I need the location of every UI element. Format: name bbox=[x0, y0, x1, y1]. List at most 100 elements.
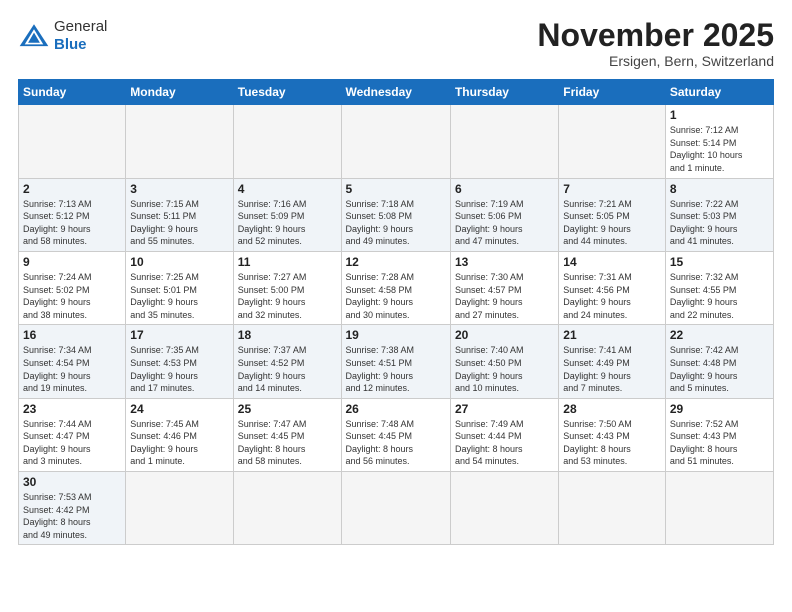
day-info: Sunrise: 7:42 AM Sunset: 4:48 PM Dayligh… bbox=[670, 344, 769, 394]
calendar-cell bbox=[126, 105, 233, 178]
calendar-cell bbox=[665, 472, 773, 545]
calendar-cell: 16Sunrise: 7:34 AM Sunset: 4:54 PM Dayli… bbox=[19, 325, 126, 398]
day-number: 18 bbox=[238, 328, 337, 342]
day-number: 30 bbox=[23, 475, 121, 489]
calendar-cell: 17 Sunrise: 7:35 AM Sunset: 4:53 PM Dayli… bbox=[126, 325, 233, 398]
calendar-cell: 2Sunrise: 7:13 AM Sunset: 5:12 PM Daylig… bbox=[19, 178, 126, 251]
weekday-header-row: Sunday Monday Tuesday Wednesday Thursday… bbox=[19, 80, 774, 105]
calendar-week-row: 23 Sunrise: 7:44 AM Sunset: 4:47 PM Dayli… bbox=[19, 398, 774, 471]
calendar-cell bbox=[341, 105, 450, 178]
day-info: Sunrise: 7:12 AM Sunset: 5:14 PM Dayligh… bbox=[670, 124, 769, 174]
header-saturday: Saturday bbox=[665, 80, 773, 105]
calendar-cell: 4Sunrise: 7:16 AM Sunset: 5:09 PM Daylig… bbox=[233, 178, 341, 251]
title-block: November 2025 Ersigen, Bern, Switzerland bbox=[537, 18, 774, 69]
calendar-cell bbox=[126, 472, 233, 545]
day-info: Sunrise: 7:31 AM Sunset: 4:56 PM Dayligh… bbox=[563, 271, 661, 321]
day-number: 26 bbox=[346, 402, 446, 416]
calendar-cell bbox=[450, 472, 558, 545]
day-number: 27 bbox=[455, 402, 554, 416]
calendar-cell: 24 Sunrise: 7:45 AM Sunset: 4:46 PM Dayli… bbox=[126, 398, 233, 471]
calendar-cell bbox=[233, 105, 341, 178]
month-title: November 2025 bbox=[537, 18, 774, 53]
calendar-cell bbox=[450, 105, 558, 178]
header-tuesday: Tuesday bbox=[233, 80, 341, 105]
day-number: 3 bbox=[130, 182, 228, 196]
day-info: Sunrise: 7:44 AM Sunset: 4:47 PM Dayligh… bbox=[23, 418, 121, 468]
day-number: 6 bbox=[455, 182, 554, 196]
day-number: 13 bbox=[455, 255, 554, 269]
calendar-cell: 20 Sunrise: 7:40 AM Sunset: 4:50 PM Dayli… bbox=[450, 325, 558, 398]
header-thursday: Thursday bbox=[450, 80, 558, 105]
day-info: Sunrise: 7:22 AM Sunset: 5:03 PM Dayligh… bbox=[670, 198, 769, 248]
logo-blue: Blue bbox=[54, 36, 87, 53]
day-number: 21 bbox=[563, 328, 661, 342]
day-info: Sunrise: 7:32 AM Sunset: 4:55 PM Dayligh… bbox=[670, 271, 769, 321]
day-info: Sunrise: 7:53 AM Sunset: 4:42 PM Dayligh… bbox=[23, 491, 121, 541]
calendar-cell: 15 Sunrise: 7:32 AM Sunset: 4:55 PM Dayli… bbox=[665, 251, 773, 324]
day-info: Sunrise: 7:28 AM Sunset: 4:58 PM Dayligh… bbox=[346, 271, 446, 321]
header-wednesday: Wednesday bbox=[341, 80, 450, 105]
calendar-week-row: 30 Sunrise: 7:53 AM Sunset: 4:42 PM Dayli… bbox=[19, 472, 774, 545]
day-number: 7 bbox=[563, 182, 661, 196]
calendar-cell bbox=[559, 472, 666, 545]
day-info: Sunrise: 7:24 AM Sunset: 5:02 PM Dayligh… bbox=[23, 271, 121, 321]
calendar-cell: 22 Sunrise: 7:42 AM Sunset: 4:48 PM Dayli… bbox=[665, 325, 773, 398]
calendar-cell bbox=[559, 105, 666, 178]
calendar-cell: 11 Sunrise: 7:27 AM Sunset: 5:00 PM Dayli… bbox=[233, 251, 341, 324]
calendar-cell: 18 Sunrise: 7:37 AM Sunset: 4:52 PM Dayli… bbox=[233, 325, 341, 398]
day-number: 14 bbox=[563, 255, 661, 269]
day-info: Sunrise: 7:18 AM Sunset: 5:08 PM Dayligh… bbox=[346, 198, 446, 248]
calendar-cell: 3Sunrise: 7:15 AM Sunset: 5:11 PM Daylig… bbox=[126, 178, 233, 251]
calendar-cell: 30 Sunrise: 7:53 AM Sunset: 4:42 PM Dayli… bbox=[19, 472, 126, 545]
day-info: Sunrise: 7:48 AM Sunset: 4:45 PM Dayligh… bbox=[346, 418, 446, 468]
day-number: 28 bbox=[563, 402, 661, 416]
day-info: Sunrise: 7:16 AM Sunset: 5:09 PM Dayligh… bbox=[238, 198, 337, 248]
calendar-week-row: 16Sunrise: 7:34 AM Sunset: 4:54 PM Dayli… bbox=[19, 325, 774, 398]
day-number: 10 bbox=[130, 255, 228, 269]
day-info: Sunrise: 7:35 AM Sunset: 4:53 PM Dayligh… bbox=[130, 344, 228, 394]
day-info: Sunrise: 7:27 AM Sunset: 5:00 PM Dayligh… bbox=[238, 271, 337, 321]
day-info: Sunrise: 7:19 AM Sunset: 5:06 PM Dayligh… bbox=[455, 198, 554, 248]
day-number: 22 bbox=[670, 328, 769, 342]
day-number: 19 bbox=[346, 328, 446, 342]
day-info: Sunrise: 7:47 AM Sunset: 4:45 PM Dayligh… bbox=[238, 418, 337, 468]
day-info: Sunrise: 7:40 AM Sunset: 4:50 PM Dayligh… bbox=[455, 344, 554, 394]
calendar-cell: 25 Sunrise: 7:47 AM Sunset: 4:45 PM Dayli… bbox=[233, 398, 341, 471]
day-number: 17 bbox=[130, 328, 228, 342]
day-info: Sunrise: 7:41 AM Sunset: 4:49 PM Dayligh… bbox=[563, 344, 661, 394]
calendar-cell: 8Sunrise: 7:22 AM Sunset: 5:03 PM Daylig… bbox=[665, 178, 773, 251]
day-number: 24 bbox=[130, 402, 228, 416]
page: General Blue November 2025 Ersigen, Bern… bbox=[0, 0, 792, 612]
day-info: Sunrise: 7:21 AM Sunset: 5:05 PM Dayligh… bbox=[563, 198, 661, 248]
day-info: Sunrise: 7:25 AM Sunset: 5:01 PM Dayligh… bbox=[130, 271, 228, 321]
day-number: 15 bbox=[670, 255, 769, 269]
header-monday: Monday bbox=[126, 80, 233, 105]
calendar-cell: 1 Sunrise: 7:12 AM Sunset: 5:14 PM Daylig… bbox=[665, 105, 773, 178]
calendar-cell: 12Sunrise: 7:28 AM Sunset: 4:58 PM Dayli… bbox=[341, 251, 450, 324]
calendar-cell: 10 Sunrise: 7:25 AM Sunset: 5:01 PM Dayli… bbox=[126, 251, 233, 324]
calendar-cell: 21 Sunrise: 7:41 AM Sunset: 4:49 PM Dayli… bbox=[559, 325, 666, 398]
logo-general: General bbox=[54, 18, 107, 35]
calendar-cell bbox=[341, 472, 450, 545]
day-number: 11 bbox=[238, 255, 337, 269]
day-number: 23 bbox=[23, 402, 121, 416]
day-number: 1 bbox=[670, 108, 769, 122]
calendar-week-row: 2Sunrise: 7:13 AM Sunset: 5:12 PM Daylig… bbox=[19, 178, 774, 251]
day-info: Sunrise: 7:37 AM Sunset: 4:52 PM Dayligh… bbox=[238, 344, 337, 394]
day-number: 25 bbox=[238, 402, 337, 416]
day-number: 5 bbox=[346, 182, 446, 196]
calendar-cell: 13Sunrise: 7:30 AM Sunset: 4:57 PM Dayli… bbox=[450, 251, 558, 324]
day-number: 16 bbox=[23, 328, 121, 342]
day-info: Sunrise: 7:49 AM Sunset: 4:44 PM Dayligh… bbox=[455, 418, 554, 468]
calendar-cell: 6 Sunrise: 7:19 AM Sunset: 5:06 PM Daylig… bbox=[450, 178, 558, 251]
calendar-cell: 29Sunrise: 7:52 AM Sunset: 4:43 PM Dayli… bbox=[665, 398, 773, 471]
calendar-cell: 14 Sunrise: 7:31 AM Sunset: 4:56 PM Dayli… bbox=[559, 251, 666, 324]
logo-text: General Blue bbox=[54, 18, 107, 54]
day-info: Sunrise: 7:50 AM Sunset: 4:43 PM Dayligh… bbox=[563, 418, 661, 468]
generalblue-logo-icon bbox=[18, 22, 50, 50]
calendar-cell: 19Sunrise: 7:38 AM Sunset: 4:51 PM Dayli… bbox=[341, 325, 450, 398]
day-number: 20 bbox=[455, 328, 554, 342]
calendar-week-row: 1 Sunrise: 7:12 AM Sunset: 5:14 PM Daylig… bbox=[19, 105, 774, 178]
calendar-cell: 27 Sunrise: 7:49 AM Sunset: 4:44 PM Dayli… bbox=[450, 398, 558, 471]
day-info: Sunrise: 7:45 AM Sunset: 4:46 PM Dayligh… bbox=[130, 418, 228, 468]
